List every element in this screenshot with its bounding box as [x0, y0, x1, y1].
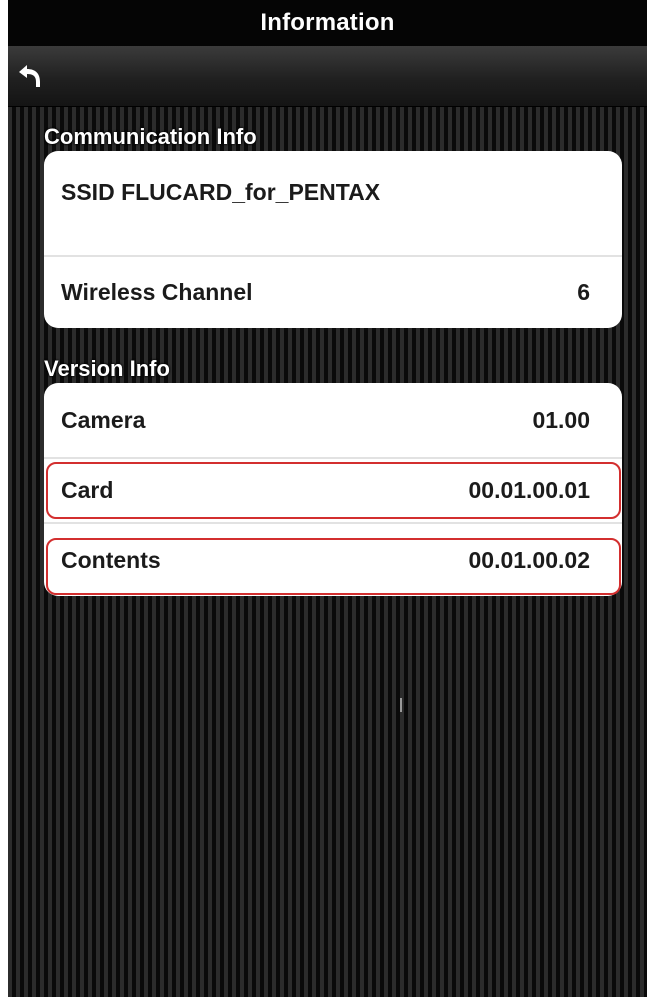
camera-version-value: 01.00 [532, 406, 590, 433]
contents-label: Contents [61, 546, 161, 573]
wireless-channel-row: Wireless Channel 6 [44, 257, 622, 328]
camera-version-row: Camera 01.00 [44, 383, 622, 457]
contents-version-row: Contents 00.01.00.02 [44, 524, 622, 596]
wireless-channel-value: 6 [577, 279, 590, 305]
title-bar: Information [8, 0, 647, 46]
text-cursor-mark [400, 698, 402, 712]
camera-label: Camera [61, 406, 146, 433]
ssid-label: SSID FLUCARD_for_PENTAX [61, 178, 381, 205]
version-info-label: Version Info [44, 356, 170, 381]
back-button[interactable] [8, 60, 48, 92]
communication-info-card: SSID FLUCARD_for_PENTAX Wireless Channel… [44, 151, 622, 328]
communication-info-label: Communication Info [44, 124, 257, 149]
card-label: Card [61, 477, 114, 503]
app-screen: Information Communication Info SSID FLUC… [8, 0, 647, 997]
wireless-channel-label: Wireless Channel [61, 279, 253, 305]
page-title: Information [260, 9, 395, 36]
version-info-card: Camera 01.00 Card 00.01.00.01 Contents 0… [44, 383, 622, 596]
card-version-value: 00.01.00.01 [468, 477, 590, 503]
toolbar [8, 46, 647, 107]
ssid-row: SSID FLUCARD_for_PENTAX [44, 165, 622, 219]
contents-version-value: 00.01.00.02 [468, 546, 590, 573]
back-arrow-icon [19, 65, 40, 87]
card-version-row: Card 00.01.00.01 [44, 459, 622, 522]
